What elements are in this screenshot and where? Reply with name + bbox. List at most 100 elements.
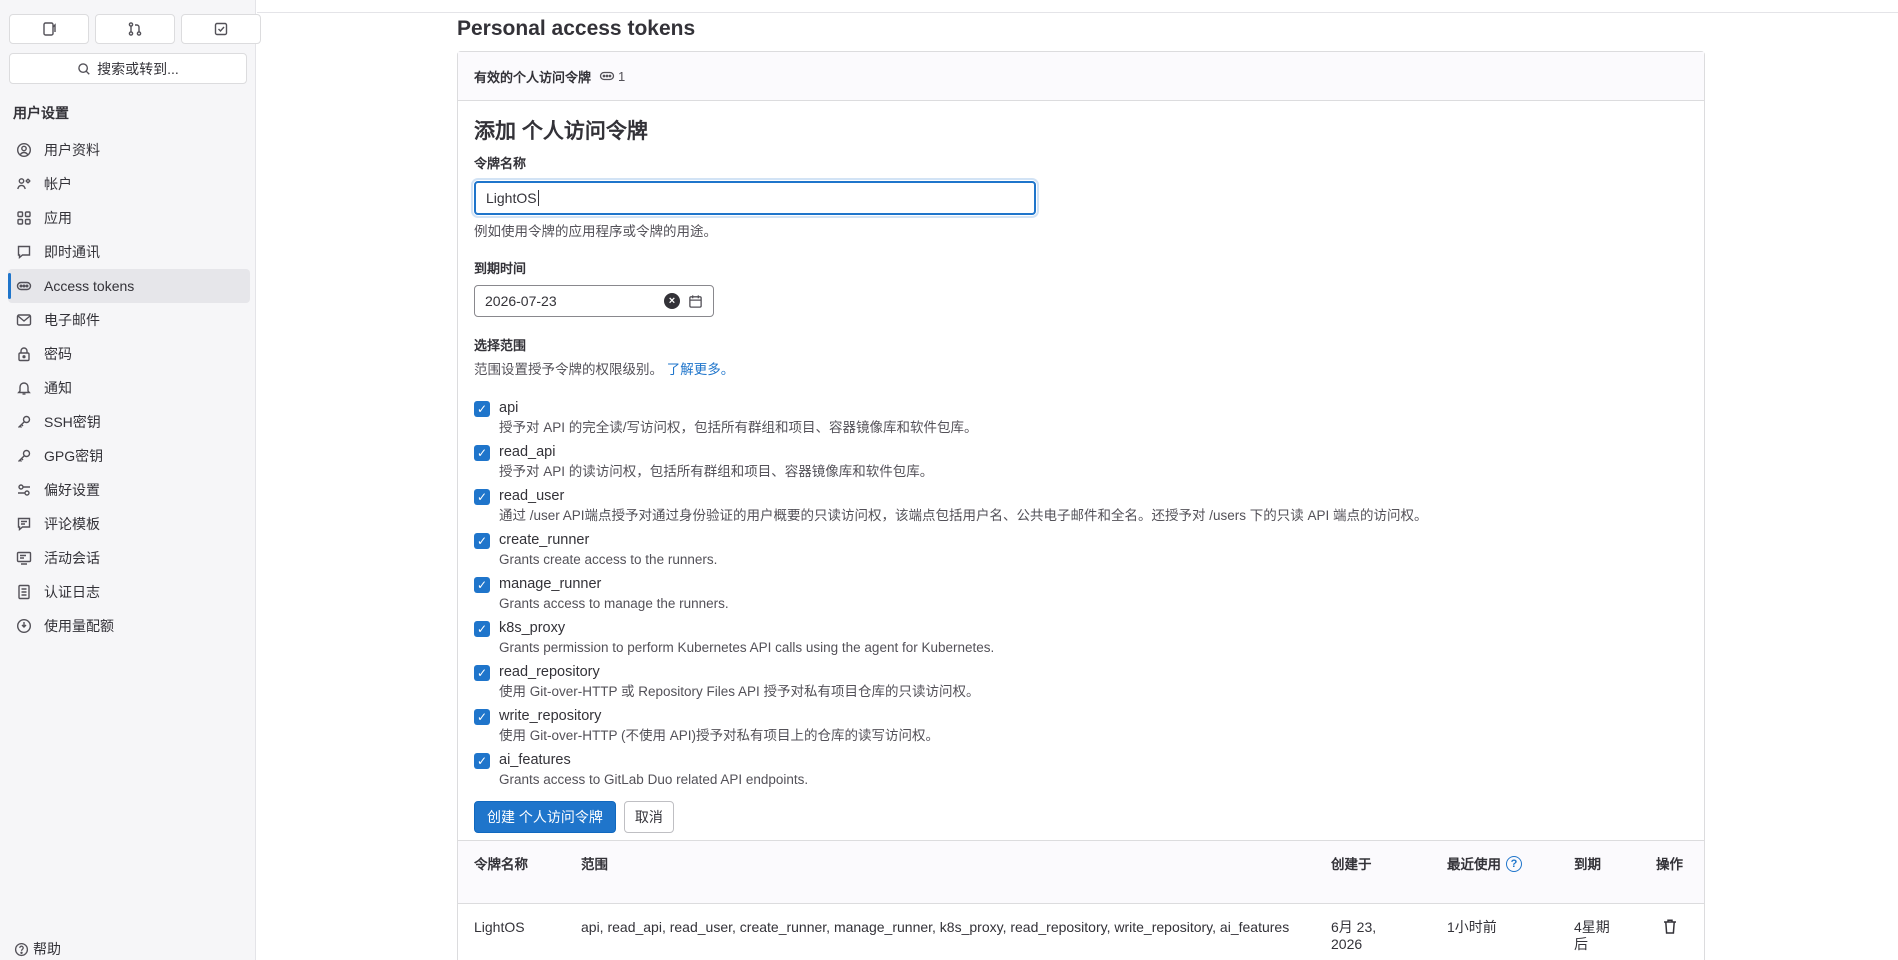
scope-help-text: 范围设置授予令牌的权限级别。 bbox=[474, 362, 663, 377]
issues-button[interactable] bbox=[9, 14, 89, 44]
cell-expires: 4星期后 bbox=[1574, 919, 1610, 952]
header-expires: 到期 bbox=[1574, 857, 1601, 872]
merge-requests-button[interactable] bbox=[95, 14, 175, 44]
expiry-date-input[interactable]: 2026-07-23 × bbox=[474, 285, 714, 317]
scope-name: k8s_proxy bbox=[499, 620, 566, 636]
header-actions: 操作 bbox=[1656, 857, 1683, 872]
scope-item: ✓ k8s_proxy Grants permission to perform … bbox=[474, 618, 1684, 662]
scope-checkbox-ai-features[interactable]: ✓ bbox=[474, 753, 490, 769]
scope-checkbox-write-repository[interactable]: ✓ bbox=[474, 709, 490, 725]
sidebar-item-label: Access tokens bbox=[44, 278, 135, 294]
log-icon bbox=[16, 584, 32, 600]
scope-item: ✓ api 授予对 API 的完全读/写访问权，包括所有群组和项目、容器镜像库和软… bbox=[474, 398, 1684, 442]
header-scopes: 范围 bbox=[581, 857, 608, 872]
clear-icon[interactable]: × bbox=[664, 293, 680, 309]
token-count-badge: 1 bbox=[599, 68, 625, 84]
sidebar-item-password[interactable]: 密码 bbox=[8, 337, 250, 371]
scope-checkbox-k8s-proxy[interactable]: ✓ bbox=[474, 621, 490, 637]
sidebar-item-gpg-keys[interactable]: GPG密钥 bbox=[8, 439, 250, 473]
header-created: 创建于 bbox=[1331, 857, 1372, 872]
scope-desc: 使用 Git-over-HTTP (不使用 API)授予对私有项目上的仓库的读写… bbox=[499, 728, 940, 743]
learn-more-link[interactable]: 了解更多。 bbox=[667, 362, 735, 377]
scope-checkbox-read-repository[interactable]: ✓ bbox=[474, 665, 490, 681]
table-row: LightOS api, read_api, read_user, create… bbox=[458, 904, 1704, 960]
search-icon bbox=[78, 62, 90, 75]
scope-desc: Grants create access to the runners. bbox=[499, 552, 718, 567]
sidebar-item-access-tokens[interactable]: Access tokens bbox=[8, 269, 250, 303]
mail-icon bbox=[16, 312, 32, 328]
scope-desc: Grants permission to perform Kubernetes … bbox=[499, 640, 995, 655]
search-button[interactable]: 搜索或转到... bbox=[9, 53, 247, 84]
help-button[interactable]: 帮助 bbox=[14, 938, 61, 960]
calendar-icon[interactable] bbox=[688, 294, 703, 309]
bell-icon bbox=[16, 380, 32, 396]
scope-checkbox-read-user[interactable]: ✓ bbox=[474, 489, 490, 505]
token-icon bbox=[16, 278, 32, 294]
scope-name: create_runner bbox=[499, 532, 590, 548]
cell-scopes: api, read_api, read_user, create_runner,… bbox=[581, 919, 1290, 935]
todos-button[interactable] bbox=[181, 14, 261, 44]
form-title: 添加 个人访问令牌 bbox=[474, 120, 648, 143]
sidebar-item-chat[interactable]: 即时通讯 bbox=[8, 235, 250, 269]
scope-item: ✓ read_repository 使用 Git-over-HTTP 或 Repo… bbox=[474, 662, 1684, 706]
user-icon bbox=[16, 142, 32, 158]
cell-created: 6月 23, 2026 bbox=[1331, 919, 1377, 952]
scope-name: read_user bbox=[499, 488, 565, 504]
monitor-icon bbox=[16, 550, 32, 566]
merge-request-icon bbox=[128, 22, 142, 36]
scope-item: ✓ read_user 通过 /user API端点授予对通过身份验证的用户概要的… bbox=[474, 486, 1684, 530]
scope-name: api bbox=[499, 400, 519, 416]
sidebar-item-label: 通知 bbox=[44, 380, 72, 396]
sidebar-item-label: 电子邮件 bbox=[44, 312, 100, 328]
sidebar-item-label: 即时通讯 bbox=[44, 244, 100, 260]
scope-help: 范围设置授予令牌的权限级别。 了解更多。 bbox=[474, 358, 1684, 378]
sidebar-item-ssh-keys[interactable]: SSH密钥 bbox=[8, 405, 250, 439]
scope-checkbox-create-runner[interactable]: ✓ bbox=[474, 533, 490, 549]
scope-checkbox-manage-runner[interactable]: ✓ bbox=[474, 577, 490, 593]
header-last-used: 最近使用 bbox=[1447, 857, 1501, 872]
scope-label: 选择范围 bbox=[474, 338, 527, 353]
token-name-value: LightOS bbox=[486, 190, 537, 206]
scope-checkbox-api[interactable]: ✓ bbox=[474, 401, 490, 417]
sidebar-item-auth-log[interactable]: 认证日志 bbox=[8, 575, 250, 609]
cancel-button[interactable]: 取消 bbox=[623, 801, 674, 833]
scope-desc: 授予对 API 的完全读/写访问权，包括所有群组和项目、容器镜像库和软件包库。 bbox=[499, 420, 978, 435]
scope-item: ✓ read_api 授予对 API 的读访问权，包括所有群组和项目、容器镜像库和… bbox=[474, 442, 1684, 486]
key-icon bbox=[16, 448, 32, 464]
sidebar-item-notifications[interactable]: 通知 bbox=[8, 371, 250, 405]
sidebar-item-label: 认证日志 bbox=[44, 584, 100, 600]
todo-icon bbox=[214, 22, 228, 36]
comment-icon bbox=[16, 516, 32, 532]
add-token-form: 添加 个人访问令牌 令牌名称 LightOS 例如使用令牌的应用程序或令牌的用途… bbox=[474, 112, 1684, 833]
sidebar-item-preferences[interactable]: 偏好设置 bbox=[8, 473, 250, 507]
scope-name: read_repository bbox=[499, 664, 600, 680]
top-divider bbox=[257, 12, 1898, 13]
sidebar-item-label: 使用量配额 bbox=[44, 618, 114, 634]
sidebar-item-usage-quotas[interactable]: 使用量配额 bbox=[8, 609, 250, 643]
sidebar-item-active-sessions[interactable]: 活动会话 bbox=[8, 541, 250, 575]
scope-item: ✓ write_repository 使用 Git-over-HTTP (不使用 … bbox=[474, 706, 1684, 750]
scope-desc: 使用 Git-over-HTTP 或 Repository Files API … bbox=[499, 684, 980, 699]
sidebar-item-label: SSH密钥 bbox=[44, 414, 101, 430]
help-question-icon[interactable]: ? bbox=[1506, 856, 1522, 872]
header-token-name: 令牌名称 bbox=[474, 857, 528, 872]
scopes-list: ✓ api 授予对 API 的完全读/写访问权，包括所有群组和项目、容器镜像库和软… bbox=[474, 398, 1684, 794]
lock-icon bbox=[16, 346, 32, 362]
scope-checkbox-read-api[interactable]: ✓ bbox=[474, 445, 490, 461]
trash-icon bbox=[1664, 919, 1676, 934]
token-count: 1 bbox=[618, 68, 626, 84]
sidebar-item-profile[interactable]: 用户资料 bbox=[8, 133, 250, 167]
section-title: 用户设置 bbox=[13, 105, 69, 121]
sidebar-item-emails[interactable]: 电子邮件 bbox=[8, 303, 250, 337]
sidebar-item-applications[interactable]: 应用 bbox=[8, 201, 250, 235]
sidebar-item-label: 帐户 bbox=[44, 176, 72, 192]
quota-icon bbox=[16, 618, 32, 634]
create-token-button[interactable]: 创建 个人访问令牌 bbox=[474, 801, 616, 833]
sidebar-item-account[interactable]: 帐户 bbox=[8, 167, 250, 201]
cell-token-name: LightOS bbox=[474, 919, 525, 935]
revoke-button[interactable] bbox=[1662, 918, 1678, 938]
token-name-input[interactable]: LightOS bbox=[474, 181, 1036, 215]
scope-item: ✓ ai_features Grants access to GitLab Duo… bbox=[474, 750, 1684, 794]
sidebar-item-comment-templates[interactable]: 评论模板 bbox=[8, 507, 250, 541]
scope-desc: Grants access to GitLab Duo related API … bbox=[499, 772, 809, 787]
